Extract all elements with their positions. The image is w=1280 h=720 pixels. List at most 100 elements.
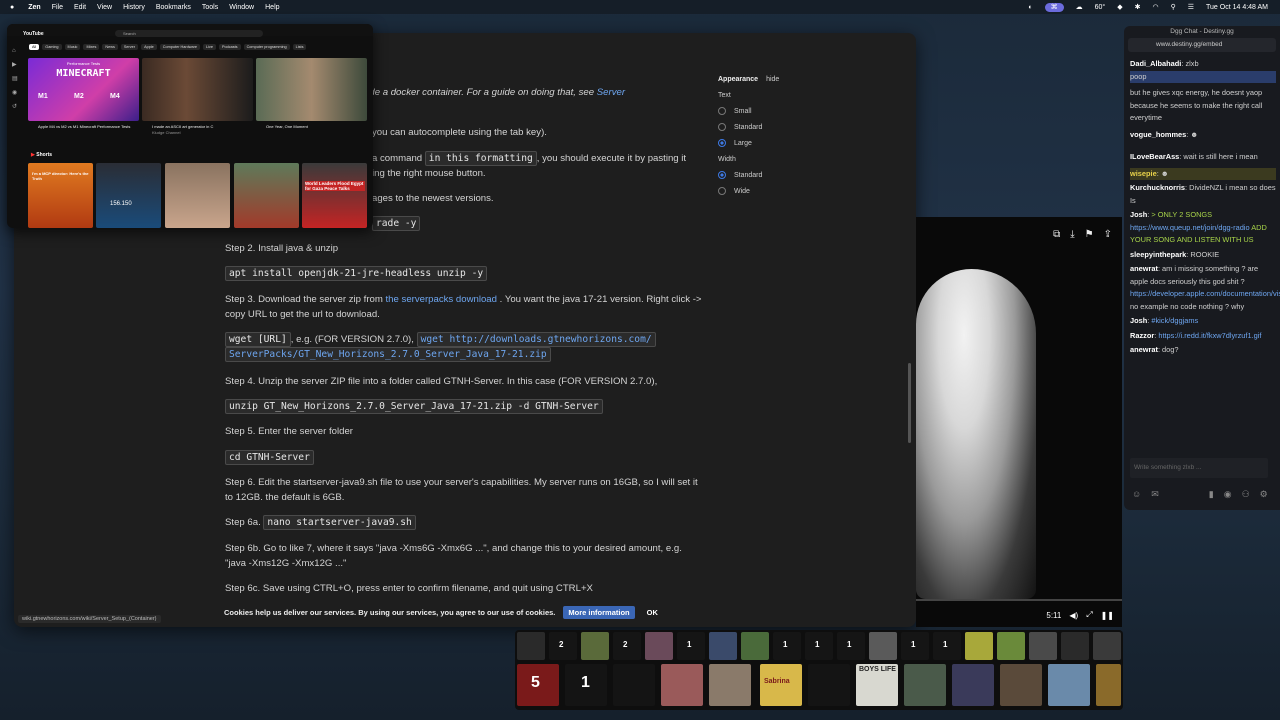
shield-icon[interactable]: ◆: [1117, 3, 1122, 11]
video-thumbnail[interactable]: [142, 58, 253, 121]
home-icon[interactable]: ⌂: [12, 44, 18, 58]
history-icon[interactable]: ↺: [12, 100, 18, 114]
users-icon[interactable]: ⚇: [1242, 488, 1250, 501]
chip[interactable]: Live: [202, 44, 216, 50]
strip-tile[interactable]: [1048, 664, 1090, 706]
server-link[interactable]: Server: [597, 87, 625, 98]
strip-tile[interactable]: 1: [805, 632, 833, 660]
radio-icon[interactable]: [718, 187, 726, 195]
strip-tile[interactable]: 1: [901, 632, 929, 660]
strip-tile[interactable]: [661, 664, 703, 706]
download-icon[interactable]: ⤓: [1070, 229, 1074, 240]
menu-help[interactable]: Help: [265, 4, 279, 11]
menu-edit[interactable]: Edit: [74, 4, 86, 11]
short-thumbnail[interactable]: [165, 163, 230, 228]
status-pill[interactable]: ⌘: [1044, 2, 1064, 12]
strip-tile[interactable]: [1061, 632, 1089, 660]
chip[interactable]: Lists: [292, 44, 307, 50]
video-progress[interactable]: [916, 599, 1122, 601]
whispers-icon[interactable]: ✉: [1151, 488, 1159, 501]
short-thumbnail[interactable]: World Leaders Flood Egypt for Gaza Peace…: [302, 163, 367, 228]
short-thumbnail[interactable]: 156.150: [96, 163, 161, 228]
pip-icon[interactable]: ⧉: [1053, 229, 1060, 240]
chat-url-bar[interactable]: www.destiny.gg/embed: [1128, 38, 1276, 52]
youtube-window[interactable]: YouTube Search ⌂ ▶ ▤ ◉ ↺ All Gaming Musi…: [7, 24, 373, 228]
video-title[interactable]: One Year, One Moment: [266, 124, 366, 129]
strip-tile[interactable]: [517, 632, 545, 660]
chip[interactable]: News: [102, 44, 118, 50]
volume-icon[interactable]: ◀): [1069, 611, 1078, 620]
menu-window[interactable]: Window: [229, 4, 254, 11]
strip-tile[interactable]: 1: [837, 632, 865, 660]
radio-icon[interactable]: [718, 107, 726, 115]
subscriptions-icon[interactable]: ▤: [12, 72, 18, 86]
chip[interactable]: Computer programming: [243, 44, 290, 50]
strip-tile[interactable]: [1096, 664, 1121, 706]
strip-tile[interactable]: 1: [773, 632, 801, 660]
short-thumbnail[interactable]: I'm a MCP director: Here's the Truth: [28, 163, 93, 228]
strip-tile[interactable]: [1093, 632, 1121, 660]
wifi-icon[interactable]: ◠: [1152, 3, 1158, 11]
video-title[interactable]: I made an ASCII art generator in C: [152, 124, 252, 129]
strip-tile[interactable]: [1000, 664, 1042, 706]
settings-icon[interactable]: ⚙: [1260, 488, 1268, 501]
chat-input[interactable]: Write something zlxb ...: [1130, 458, 1268, 478]
cookie-more-info-button[interactable]: More information: [563, 605, 635, 619]
width-option-wide[interactable]: Wide: [718, 183, 808, 199]
trash-icon[interactable]: ▮: [1209, 488, 1214, 501]
strip-tile[interactable]: [709, 632, 737, 660]
menu-file[interactable]: File: [52, 4, 63, 11]
control-center-icon[interactable]: ☰: [1188, 3, 1194, 11]
text-option-small[interactable]: Small: [718, 103, 808, 119]
chip[interactable]: Apple: [141, 44, 157, 50]
strip-tile[interactable]: 5: [517, 664, 559, 706]
chip[interactable]: Podcasts: [218, 44, 241, 50]
chip[interactable]: Server: [120, 44, 139, 50]
strip-tile[interactable]: [613, 664, 655, 706]
width-option-standard[interactable]: Standard: [718, 167, 808, 183]
strip-tile[interactable]: Sabrina: [760, 664, 802, 706]
menu-tools[interactable]: Tools: [202, 4, 218, 11]
text-option-large[interactable]: Large: [718, 135, 808, 151]
strip-tile[interactable]: 1: [677, 632, 705, 660]
video-title[interactable]: Apple M4 vs M2 vs M1 Minecraft Performan…: [38, 124, 138, 129]
strip-tile[interactable]: [997, 632, 1025, 660]
strip-tile[interactable]: [741, 632, 769, 660]
yt-search-input[interactable]: Search: [115, 30, 263, 37]
strip-tile[interactable]: [709, 664, 751, 706]
hide-button[interactable]: hide: [766, 76, 779, 83]
strip-tile[interactable]: [581, 632, 609, 660]
strip-tile[interactable]: [1029, 632, 1057, 660]
text-option-standard[interactable]: Standard: [718, 119, 808, 135]
sync-icon[interactable]: ◐: [1028, 4, 1032, 11]
strip-tile[interactable]: [645, 632, 673, 660]
strip-tile[interactable]: BOYS LIFE: [856, 664, 898, 706]
strip-tile[interactable]: 2: [549, 632, 577, 660]
apple-icon[interactable]: ●: [10, 4, 14, 11]
strip-tile[interactable]: 1: [933, 632, 961, 660]
serverpacks-link[interactable]: the serverpacks download: [386, 294, 497, 305]
weather-icon[interactable]: ☁: [1076, 3, 1083, 11]
radio-selected-icon[interactable]: [718, 171, 726, 179]
strip-tile[interactable]: 2: [613, 632, 641, 660]
search-icon[interactable]: ⚲: [1171, 3, 1176, 11]
chip[interactable]: Computer Hardware: [159, 44, 200, 50]
menu-bookmarks[interactable]: Bookmarks: [156, 4, 191, 11]
bookmark-icon[interactable]: ⚑: [1085, 229, 1094, 240]
video-thumbnail[interactable]: [256, 58, 367, 121]
scrollbar[interactable]: [908, 363, 911, 443]
strip-tile[interactable]: [869, 632, 897, 660]
radio-selected-icon[interactable]: [718, 139, 726, 147]
settings-icon[interactable]: ✱: [1135, 3, 1141, 11]
emote-picker-icon[interactable]: ☺: [1132, 488, 1141, 501]
strip-tile[interactable]: 1: [565, 664, 607, 706]
menu-view[interactable]: View: [97, 4, 112, 11]
strip-tile[interactable]: [965, 632, 993, 660]
video-thumbnail[interactable]: Performance Tests MINECRAFT M1 M2 M4: [28, 58, 139, 121]
you-icon[interactable]: ◉: [12, 86, 18, 100]
shorts-icon[interactable]: ▶: [12, 58, 18, 72]
radio-icon[interactable]: [718, 123, 726, 131]
chip[interactable]: Music: [64, 44, 81, 50]
cookie-ok-button[interactable]: OK: [643, 606, 662, 619]
strip-tile[interactable]: [808, 664, 850, 706]
